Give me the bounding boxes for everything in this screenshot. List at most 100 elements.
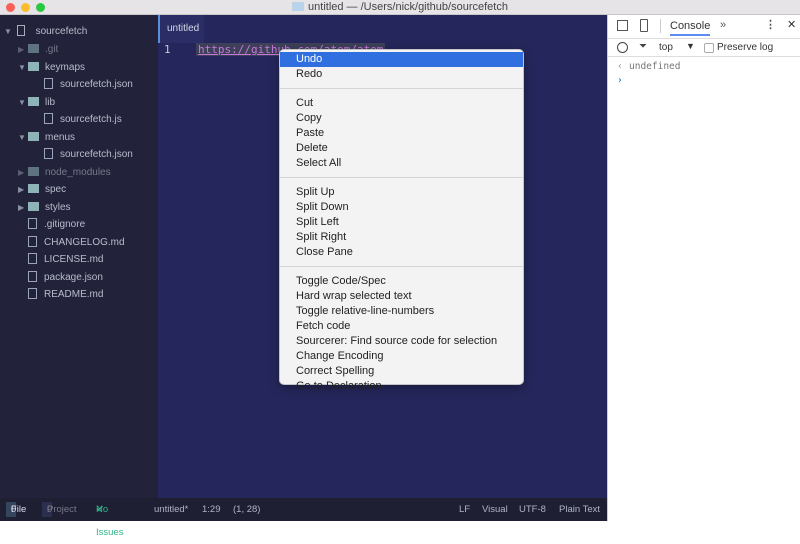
tree-item[interactable]: .gitignore <box>18 216 85 233</box>
close-icon[interactable]: ✕ <box>787 18 796 31</box>
file-icon <box>28 218 37 229</box>
chevron-down-icon: ▼ <box>4 23 14 40</box>
menu-separator <box>280 88 523 89</box>
line-ending[interactable]: LF <box>459 498 470 521</box>
status-filename[interactable]: untitled* <box>154 498 188 521</box>
menu-item-close-pane[interactable]: Close Pane <box>280 245 523 260</box>
menu-item-redo[interactable]: Redo <box>280 67 523 82</box>
context-select[interactable]: top <box>659 42 673 53</box>
tab-untitled[interactable]: untitled <box>158 15 204 43</box>
tree-item[interactable]: ▶.git <box>18 41 58 58</box>
tree-item-label: spec <box>45 184 66 195</box>
file-icon <box>44 148 53 159</box>
console-output: undefined <box>629 61 680 72</box>
chevron-right-icon: ▶ <box>18 181 28 198</box>
tree-item[interactable]: package.json <box>18 269 103 286</box>
chevron-right-icon: ▶ <box>18 41 28 58</box>
project-count: 0 <box>47 502 52 517</box>
menu-item-select-all[interactable]: Select All <box>280 156 523 171</box>
menu-item-hard-wrap-selected-text[interactable]: Hard wrap selected text <box>280 289 523 304</box>
repo-icon <box>17 25 25 36</box>
menu-item-split-left[interactable]: Split Left <box>280 215 523 230</box>
menu-item-copy[interactable]: Copy <box>280 111 523 126</box>
issues-label: No Issues <box>96 498 123 544</box>
menu-item-change-encoding[interactable]: Change Encoding <box>280 349 523 364</box>
close-window-button[interactable] <box>6 3 15 12</box>
menu-item-cut[interactable]: Cut <box>280 96 523 111</box>
minimize-window-button[interactable] <box>21 3 30 12</box>
tree-item[interactable]: sourcefetch.json <box>30 146 133 163</box>
filter-icon[interactable]: ⏷ <box>639 41 647 52</box>
folder-icon <box>28 167 39 176</box>
menu-item-undo[interactable]: Undo <box>280 52 523 67</box>
menu-item-go-to-declaration[interactable]: Go to Declaration <box>280 379 523 394</box>
tree-item-label: sourcefetch.json <box>60 149 133 160</box>
tree-item[interactable]: ▼keymaps <box>18 59 85 76</box>
chevron-down-icon: ▼ <box>18 129 28 146</box>
folder-icon <box>28 62 39 71</box>
project-issues-tab[interactable]: Project 0 <box>42 502 52 517</box>
tab-console[interactable]: Console <box>670 20 710 36</box>
kebab-menu-icon[interactable]: ⋮ <box>765 18 776 31</box>
menu-item-paste[interactable]: Paste <box>280 126 523 141</box>
cursor-position[interactable]: 1:29 <box>202 498 221 521</box>
menu-item-split-up[interactable]: Split Up <box>280 185 523 200</box>
zoom-window-button[interactable] <box>36 3 45 12</box>
tree-item[interactable]: sourcefetch.js <box>30 111 122 128</box>
tree-root[interactable]: ▼ sourcefetch <box>4 23 87 40</box>
devtools-panel: Console » ⋮ ✕ ⏷ top ▼ Preserve log ‹ und… <box>607 15 800 521</box>
tree-item[interactable]: ▼menus <box>18 129 75 146</box>
encoding[interactable]: UTF-8 <box>519 498 546 521</box>
inspect-element-icon[interactable] <box>617 20 628 31</box>
menu-separator <box>280 266 523 267</box>
tab-label: untitled <box>167 23 199 34</box>
divider <box>660 19 661 33</box>
tree-item[interactable]: ▶node_modules <box>18 164 111 181</box>
tree-item-label: .gitignore <box>44 219 85 230</box>
tree-item[interactable]: ▶ spec <box>18 181 66 198</box>
tree-item[interactable]: LICENSE.md <box>18 251 103 268</box>
tree-item[interactable]: ▼lib <box>18 94 55 111</box>
tree-item-label: sourcefetch.js <box>60 114 122 125</box>
editor-mode[interactable]: Visual <box>482 498 508 521</box>
tree-item[interactable]: README.md <box>18 286 103 303</box>
tree-item-label: sourcefetch.json <box>60 79 133 90</box>
menu-item-sourcerer-find-source-code-for-selection[interactable]: Sourcerer: Find source code for selectio… <box>280 334 523 349</box>
tree-item[interactable]: ▶styles <box>18 199 71 216</box>
device-toolbar-icon[interactable] <box>640 19 648 32</box>
menu-item-toggle-code-spec[interactable]: Toggle Code/Spec <box>280 274 523 289</box>
clear-console-icon[interactable] <box>617 42 628 53</box>
context-menu: UndoRedo CutCopyPasteDeleteSelect All Spli… <box>279 49 524 385</box>
menu-item-delete[interactable]: Delete <box>280 141 523 156</box>
selection-count: (1, 28) <box>233 498 260 521</box>
tree-item[interactable]: sourcefetch.json <box>30 76 133 93</box>
menu-item-split-down[interactable]: Split Down <box>280 200 523 215</box>
window-title: untitled — /Users/nick/github/sourcefetc… <box>308 1 508 13</box>
tree-item-label: lib <box>45 97 55 108</box>
folder-icon <box>28 97 39 106</box>
file-icon <box>44 113 53 124</box>
folder-icon <box>28 44 39 53</box>
folder-icon <box>28 202 39 211</box>
result-arrow-icon: ‹ <box>617 61 623 72</box>
file-icon <box>28 253 37 264</box>
folder-icon <box>28 132 39 141</box>
grammar[interactable]: Plain Text <box>559 498 600 521</box>
tree-item-label: README.md <box>44 289 103 300</box>
window-controls <box>6 3 45 12</box>
file-issues-tab[interactable]: File 0 <box>6 502 16 517</box>
tree-view: ▼ sourcefetch ▶.git▼keymaps sourcefetch.j… <box>0 15 158 498</box>
menu-item-fetch-code[interactable]: Fetch code <box>280 319 523 334</box>
menu-item-correct-spelling[interactable]: Correct Spelling <box>280 364 523 379</box>
tree-item[interactable]: CHANGELOG.md <box>18 234 125 251</box>
preserve-log-checkbox[interactable] <box>704 43 714 53</box>
menu-item-split-right[interactable]: Split Right <box>280 230 523 245</box>
menu-item-toggle-relative-line-numbers[interactable]: Toggle relative-line-numbers <box>280 304 523 319</box>
tree-item-label: node_modules <box>45 167 111 178</box>
console-prompt[interactable]: › <box>617 75 623 86</box>
title-bar: untitled — /Users/nick/github/sourcefetc… <box>0 0 800 15</box>
folder-icon <box>28 184 39 193</box>
more-tabs-button[interactable]: » <box>720 19 726 31</box>
folder-icon <box>292 2 304 11</box>
caret-down-icon[interactable]: ▼ <box>686 41 695 51</box>
